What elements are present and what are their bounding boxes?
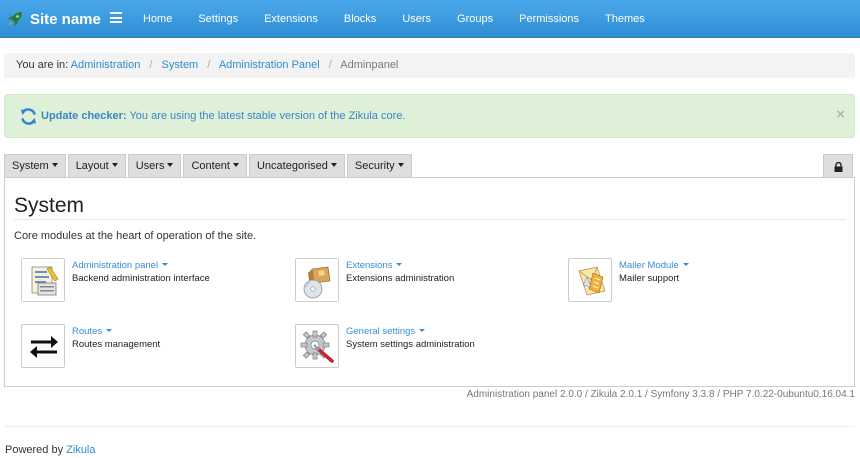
routes-icon[interactable] <box>21 324 65 368</box>
caret-down-icon <box>106 329 113 332</box>
module-subtitle: System settings administration <box>346 339 475 350</box>
caret-down-icon <box>111 163 118 167</box>
site-name[interactable]: Site name <box>30 11 101 28</box>
nav-extensions[interactable]: Extensions <box>251 0 331 38</box>
module-title-general-settings[interactable]: General settings <box>346 326 426 337</box>
tab-system[interactable]: System <box>4 154 66 178</box>
module-title-administration-panel[interactable]: Administration panel <box>72 260 169 271</box>
category-tabs: System Layout Users Content Uncategorise… <box>4 154 414 178</box>
nav-users[interactable]: Users <box>389 0 444 38</box>
breadcrumb-administration[interactable]: Administration <box>71 59 141 71</box>
extensions-icon[interactable] <box>295 258 339 302</box>
caret-down-icon <box>419 329 426 332</box>
close-icon[interactable]: × <box>836 106 845 123</box>
rocket-icon <box>8 12 22 26</box>
tab-security[interactable]: Security <box>346 154 412 178</box>
module-title-extensions[interactable]: Extensions <box>346 260 403 271</box>
module-subtitle: Routes management <box>72 339 161 350</box>
breadcrumb-administration-panel[interactable]: Administration Panel <box>219 59 320 71</box>
alert-message: You are using the latest stable version … <box>129 110 406 122</box>
footer-prefix: Powered by <box>5 444 64 456</box>
caret-down-icon <box>682 263 689 266</box>
footer-divider <box>4 426 855 427</box>
breadcrumb-current: Adminpanel <box>340 59 399 71</box>
admin-panel-icon[interactable] <box>21 258 65 302</box>
menu-toggle-icon[interactable] <box>110 12 122 24</box>
caret-down-icon <box>397 163 404 167</box>
breadcrumb-system[interactable]: System <box>162 59 199 71</box>
module-title-routes[interactable]: Routes <box>72 326 113 337</box>
breadcrumb: You are in: Administration / System / Ad… <box>4 53 855 78</box>
refresh-icon <box>20 108 37 125</box>
mailer-icon[interactable] <box>568 258 612 302</box>
divider <box>14 219 846 220</box>
tab-layout[interactable]: Layout <box>67 154 126 178</box>
nav-permissions[interactable]: Permissions <box>506 0 592 38</box>
tab-users[interactable]: Users <box>127 154 182 178</box>
caret-down-icon <box>396 263 403 266</box>
system-panel: System Core modules at the heart of oper… <box>4 177 855 387</box>
nav-blocks[interactable]: Blocks <box>331 0 389 38</box>
update-checker-alert: Update checker: You are using the latest… <box>4 94 855 138</box>
version-info: Administration panel 2.0.0 / Zikula 2.0.… <box>466 389 855 400</box>
nav-groups[interactable]: Groups <box>444 0 506 38</box>
panel-description: Core modules at the heart of operation o… <box>14 230 257 242</box>
tab-uncategorised[interactable]: Uncategorised <box>248 154 345 178</box>
caret-down-icon <box>232 163 239 167</box>
nav-themes[interactable]: Themes <box>592 0 658 38</box>
footer: Powered by Zikula <box>5 444 96 456</box>
module-subtitle: Extensions administration <box>346 273 455 284</box>
nav-home[interactable]: Home <box>130 0 185 38</box>
footer-zikula-link[interactable]: Zikula <box>66 444 95 456</box>
nav-settings[interactable]: Settings <box>185 0 251 38</box>
top-navbar: Site name Home Settings Extensions Block… <box>0 0 860 38</box>
general-settings-icon[interactable] <box>295 324 339 368</box>
brand[interactable]: Site name <box>6 9 101 29</box>
panel-title: System <box>14 194 85 217</box>
alert-label: Update checker: <box>41 110 127 122</box>
lock-icon <box>834 162 843 172</box>
caret-down-icon <box>167 163 174 167</box>
tab-content[interactable]: Content <box>183 154 247 178</box>
module-subtitle: Mailer support <box>619 273 680 284</box>
breadcrumb-prefix: You are in: <box>16 59 69 71</box>
module-title-mailer[interactable]: Mailer Module <box>619 260 689 271</box>
lock-tab[interactable] <box>823 154 853 178</box>
module-subtitle: Backend administration interface <box>72 273 210 284</box>
caret-down-icon <box>162 263 169 266</box>
caret-down-icon <box>51 163 58 167</box>
main-nav: Home Settings Extensions Blocks Users Gr… <box>130 0 658 38</box>
caret-down-icon <box>330 163 337 167</box>
